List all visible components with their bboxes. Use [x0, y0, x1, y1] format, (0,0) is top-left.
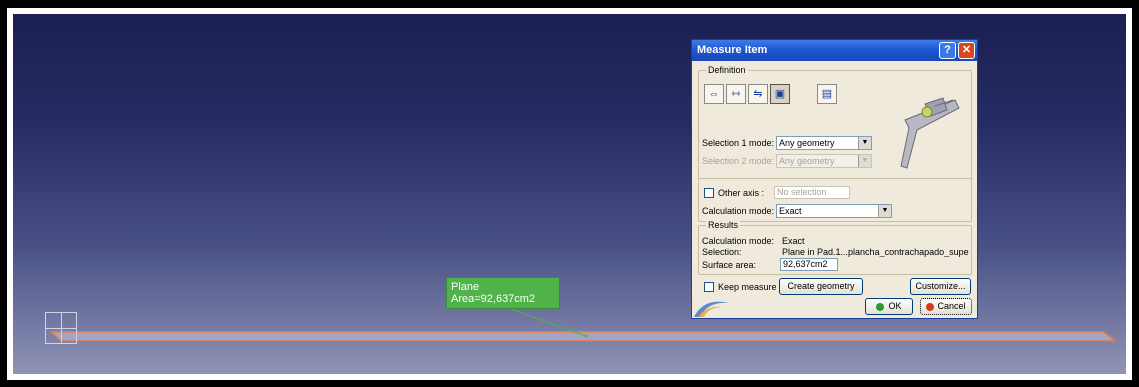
selection1-mode-value: Any geometry [779, 138, 835, 148]
help-button[interactable]: ? [939, 42, 956, 59]
measure-anchor-point [584, 334, 588, 338]
results-calc-mode-value: Exact [782, 236, 805, 246]
results-calc-mode-label: Calculation mode: [702, 236, 775, 246]
surface-area-value: 92,637cm2 [780, 258, 838, 271]
cancel-label: Cancel [937, 301, 966, 311]
results-group-title: Results [706, 220, 741, 230]
measure-annotation-area: Area=92,637cm2 [451, 293, 536, 305]
caliper-icon [900, 97, 960, 169]
catia-logo-icon [694, 301, 730, 317]
other-axis-checkbox[interactable] [704, 188, 714, 198]
measure-item-dialog: Measure Item ? ✕ Definition ⇔ ⇿ ⇋ ▣ ▤ Se… [691, 39, 978, 319]
results-selection-value: Plane in Pad.1...plancha_contrachapado_s… [782, 247, 969, 257]
measure-annotation[interactable]: Plane Area=92,637cm2 [446, 277, 560, 309]
measure-item-chain-icon[interactable]: ⇋ [748, 84, 768, 104]
selection1-mode-select[interactable]: Any geometry ▼ [776, 136, 872, 150]
customize-button[interactable]: Customize... [910, 278, 971, 295]
plane-part [49, 331, 1119, 342]
measure-between-icon[interactable]: ⇿ [726, 84, 746, 104]
keep-measure-label: Keep measure [718, 282, 777, 292]
cancel-icon [926, 302, 935, 311]
selection2-mode-select: Any geometry ▼ [776, 154, 872, 168]
chevron-down-icon[interactable]: ▼ [858, 137, 871, 149]
results-surface-label: Surface area: [702, 260, 757, 270]
selection1-mode-label: Selection 1 mode: [702, 138, 775, 148]
selection2-mode-label: Selection 2 mode: [702, 156, 775, 166]
measure-item-icon[interactable]: ⇔ [704, 84, 724, 104]
measure-thickness-icon[interactable]: ▤ [817, 84, 837, 104]
window-inner-border: Plane Area=92,637cm2 Measure Item ? ✕ De… [7, 8, 1132, 380]
ok-label: OK [888, 301, 902, 311]
other-axis-label: Other axis : [718, 188, 765, 198]
measure-inertia-icon[interactable]: ▣ [770, 84, 790, 104]
selection2-mode-value: Any geometry [779, 156, 835, 166]
chevron-down-icon: ▼ [858, 155, 871, 167]
keep-measure-checkbox[interactable] [704, 282, 714, 292]
close-button[interactable]: ✕ [958, 42, 975, 59]
calc-mode-label: Calculation mode: [702, 206, 775, 216]
cancel-button[interactable]: Cancel [920, 298, 972, 315]
chevron-down-icon[interactable]: ▼ [878, 205, 891, 217]
window-frame: Plane Area=92,637cm2 Measure Item ? ✕ De… [0, 0, 1139, 387]
calc-mode-select[interactable]: Exact ▼ [776, 204, 892, 218]
3d-viewport[interactable]: Plane Area=92,637cm2 Measure Item ? ✕ De… [13, 14, 1126, 374]
other-axis-field[interactable]: No selection [774, 186, 850, 199]
compass-icon[interactable] [45, 312, 77, 344]
ok-button[interactable]: OK [865, 298, 913, 315]
ok-check-icon [876, 302, 885, 311]
create-geometry-button[interactable]: Create geometry [779, 278, 863, 295]
dialog-title-bar[interactable]: Measure Item ? ✕ [692, 40, 977, 61]
dialog-title: Measure Item [697, 44, 768, 56]
definition-group-title: Definition [706, 65, 748, 75]
definition-divider [698, 178, 972, 179]
results-selection-label: Selection: [702, 247, 742, 257]
calc-mode-value: Exact [779, 206, 802, 216]
measure-annotation-title: Plane [451, 281, 480, 293]
